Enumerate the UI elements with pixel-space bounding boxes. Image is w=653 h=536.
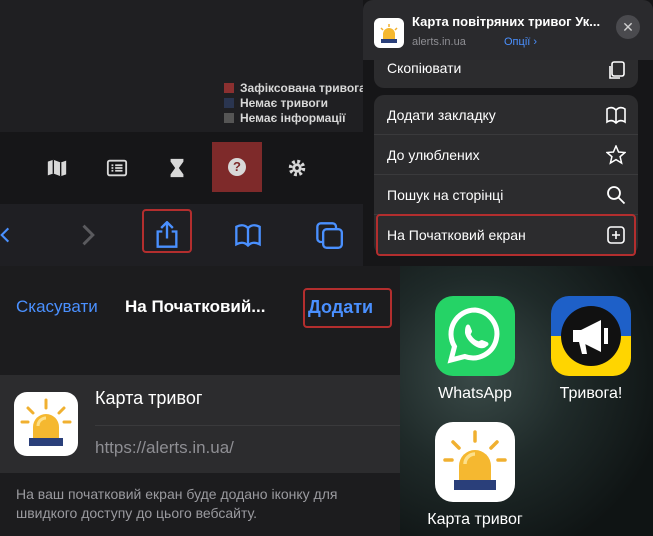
back-button[interactable]: [0, 204, 20, 266]
menu-item-label: Додати закладку: [387, 106, 496, 123]
menu-item-label: До улюблених: [387, 146, 480, 163]
menu-item-label: Пошук на сторінці: [387, 186, 504, 203]
map-icon: [47, 159, 67, 177]
legend-item-active-alert: Зафіксована тривога: [224, 80, 366, 95]
list-button[interactable]: [90, 132, 144, 204]
tabs-icon: [316, 222, 343, 249]
legend-item-no-alert: Немає тривоги: [224, 95, 328, 110]
alarm-light-icon: [380, 24, 398, 43]
add-button-highlight: [303, 288, 392, 328]
app-label-tryvoga: Тривога!: [559, 385, 623, 402]
app-label-karta-tryvog: Карта тривог: [427, 511, 523, 528]
dialog-title: На Початковий...: [125, 297, 266, 316]
legend-swatch: [224, 82, 234, 93]
divider: [95, 425, 400, 426]
alarm-light-icon: [443, 430, 507, 490]
whatsapp-icon: [447, 307, 500, 364]
bookmarks-icon: [235, 224, 261, 248]
list-icon: [106, 159, 128, 177]
menu-item-label: Скопіювати: [387, 60, 462, 76]
copy-group: Скопіювати: [374, 60, 638, 88]
history-button[interactable]: [150, 132, 204, 204]
map-button[interactable]: [30, 132, 84, 204]
book-icon: [606, 106, 626, 125]
forward-button[interactable]: [72, 204, 102, 266]
legend-label: Немає інформації: [240, 110, 346, 125]
app-icon-preview: [14, 392, 78, 456]
legend-label: Немає тривоги: [240, 95, 329, 110]
legend-swatch: [224, 112, 234, 123]
copy-icon: [609, 61, 625, 79]
app-label-whatsapp: WhatsApp: [438, 385, 512, 402]
options-label: Опції: [504, 36, 531, 48]
back-icon: [0, 227, 10, 243]
alarm-light-icon: [20, 398, 72, 446]
forward-icon: [82, 224, 95, 246]
bookmarks-button[interactable]: [232, 204, 264, 266]
tabs-button[interactable]: [313, 204, 345, 266]
whatsapp-app-icon[interactable]: [435, 296, 515, 376]
close-button[interactable]: ✕: [616, 15, 640, 39]
cancel-button[interactable]: Скасувати: [16, 297, 98, 317]
menu-item-favorites[interactable]: До улюблених: [374, 135, 638, 175]
share-sheet-domain: alerts.in.ua: [412, 36, 466, 48]
menu-item-add-bookmark[interactable]: Додати закладку: [374, 95, 638, 135]
share-button-highlight: [142, 209, 192, 253]
dialog-description: На ваш початковий екран буде додано ікон…: [16, 486, 338, 521]
help-icon: ?: [228, 158, 246, 176]
close-icon: ✕: [622, 18, 634, 35]
share-sheet-header: [363, 0, 653, 60]
star-icon: [606, 145, 626, 165]
help-button[interactable]: ?: [212, 142, 262, 192]
site-favicon: [374, 18, 404, 48]
chevron-right-icon: ›: [533, 36, 538, 48]
karta-tryvog-app-icon[interactable]: [435, 422, 515, 502]
legend-item-no-info: Немає інформації: [224, 110, 345, 125]
legend-swatch: [224, 97, 234, 108]
search-icon: [607, 186, 626, 205]
app-toolbar: [0, 132, 363, 204]
bookmark-url: https://alerts.in.ua/: [95, 438, 234, 457]
menu-item-copy[interactable]: Скопіювати: [374, 60, 638, 88]
hourglass-icon: [170, 158, 184, 178]
settings-button[interactable]: [270, 132, 324, 204]
bookmark-name-field[interactable]: Карта тривог: [95, 388, 202, 409]
menu-item-find-on-page[interactable]: Пошук на сторінці: [374, 175, 638, 215]
share-sheet-title: Карта повітряних тривог Ук...: [412, 14, 601, 29]
gear-icon: [288, 159, 306, 177]
legend-label: Зафіксована тривога: [240, 80, 366, 95]
tryvoga-app-icon[interactable]: [551, 296, 631, 376]
megaphone-icon: [561, 306, 621, 366]
add-to-home-highlight: [376, 214, 636, 256]
options-link[interactable]: Опції ›: [504, 36, 537, 48]
